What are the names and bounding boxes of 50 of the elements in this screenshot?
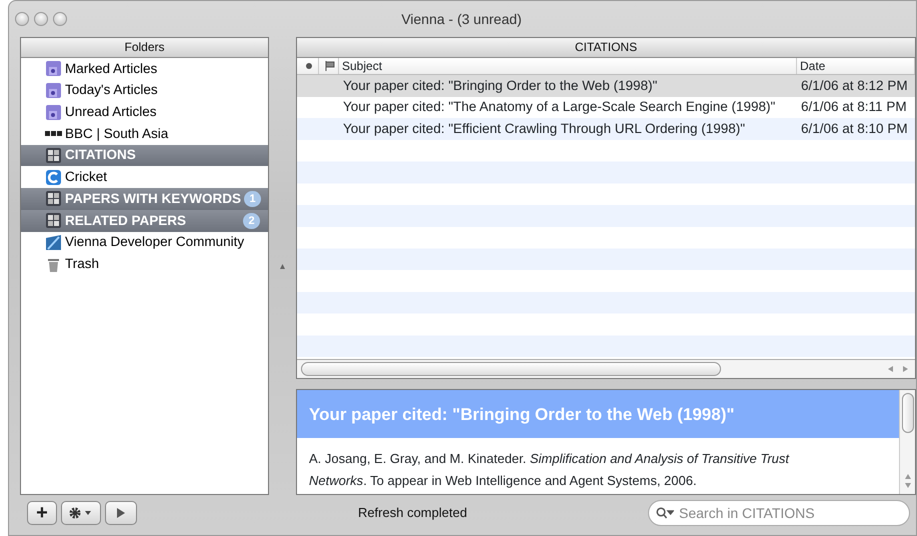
splitter-handle-icon[interactable] xyxy=(280,264,285,268)
column-header[interactable]: Subject xyxy=(339,58,797,74)
add-button[interactable]: + xyxy=(27,501,57,525)
minimize-button[interactable] xyxy=(34,12,48,26)
search-field[interactable]: Search in CITATIONS xyxy=(648,500,910,526)
play-button[interactable] xyxy=(105,501,137,525)
folder-item[interactable]: Cricket xyxy=(21,166,268,188)
window-title: Vienna - (3 unread) xyxy=(400,10,523,29)
group-folder-icon xyxy=(45,212,62,230)
article-date: 6/1/06 at 8:11 PM xyxy=(800,98,908,116)
article-text: A. Josang, E. Gray, and M. Kinateder. Simplification and Analysis of Transitive Trust Networks. To appear in Web Intelligence and Agent Systems, 2006. xyxy=(308,450,790,490)
action-menu-button[interactable] xyxy=(61,501,101,525)
article-subject[interactable]: Your paper cited: "The Anatomy of a Large-Scale Search Engine (1998)" xyxy=(297,97,797,118)
column-header[interactable]: Date xyxy=(797,58,915,74)
play-icon xyxy=(116,507,126,519)
folder-item[interactable]: Vienna Developer Community xyxy=(21,232,268,254)
smart-folder-icon xyxy=(45,82,62,100)
unread-column-icon[interactable] xyxy=(306,63,312,69)
column-header: CITATIONS xyxy=(297,38,915,58)
unread-count: 2 xyxy=(243,212,260,229)
folder-item[interactable]: Unread Articles xyxy=(21,101,268,124)
folder-item[interactable]: RELATED PAPERS 2 xyxy=(21,210,268,232)
folder-item[interactable]: Trash xyxy=(21,253,268,275)
feed-icon xyxy=(45,168,62,186)
folder-item[interactable]: Marked Articles xyxy=(21,58,268,80)
feed-icon xyxy=(45,234,62,251)
status-text: Refresh completed xyxy=(356,504,468,522)
news-logo-icon xyxy=(45,131,62,136)
search-icon xyxy=(656,507,674,519)
article-date: 6/1/06 at 8:12 PM xyxy=(800,76,909,95)
folder-item[interactable]: BBC | South Asia xyxy=(21,123,268,145)
article-subject[interactable]: Your paper cited: "Bringing Order to the Web (1998)" xyxy=(297,76,797,96)
group-folder-icon xyxy=(45,147,62,164)
folder-item[interactable]: Today's Articles xyxy=(21,80,268,102)
article-title: Your paper cited: "Bringing Order to the Web (1998)" xyxy=(297,390,899,438)
zoom-button[interactable] xyxy=(53,12,67,26)
folder-item[interactable]: PAPERS WITH KEYWORDS 1 xyxy=(21,188,268,210)
article-subject[interactable]: Your paper cited: "Efficient Crawling Through URL Ordering (1998)" xyxy=(297,119,797,140)
folder-item[interactable]: CITATIONS xyxy=(21,144,268,166)
column-header: Folders xyxy=(21,38,268,58)
group-folder-icon xyxy=(45,190,62,208)
smart-folder-icon xyxy=(45,104,62,121)
smart-folder-icon xyxy=(45,60,62,78)
flag-icon[interactable] xyxy=(325,61,335,71)
gear-icon xyxy=(68,506,94,520)
scrollbar-thumb[interactable] xyxy=(301,362,721,376)
scrollbar-thumb[interactable] xyxy=(902,393,914,433)
article-date: 6/1/06 at 8:10 PM xyxy=(800,120,909,138)
unread-count: 1 xyxy=(244,190,262,207)
close-button[interactable] xyxy=(15,12,29,26)
